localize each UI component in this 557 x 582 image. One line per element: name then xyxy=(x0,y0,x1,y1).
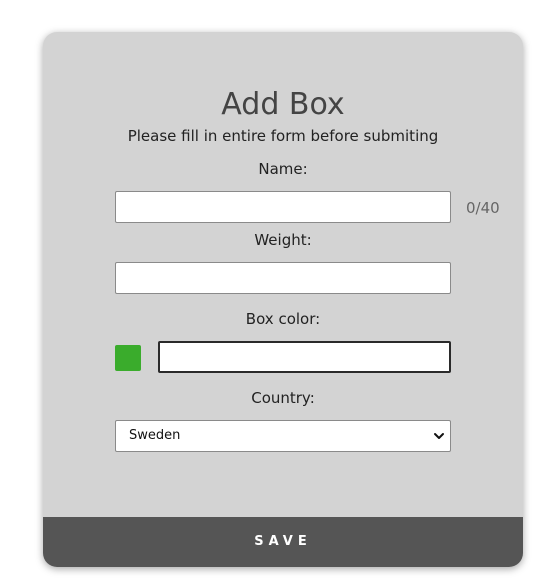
country-selected-value: Sweden xyxy=(129,428,181,443)
form-subtitle: Please fill in entire form before submit… xyxy=(127,127,439,145)
country-select[interactable]: Sweden xyxy=(115,420,451,452)
save-button[interactable]: SAVE xyxy=(43,517,523,567)
country-label: Country: xyxy=(251,389,315,407)
name-label: Name: xyxy=(258,160,308,178)
box-color-input[interactable] xyxy=(158,341,451,373)
chevron-down-icon xyxy=(434,433,444,439)
add-box-form-card: Add Box Please fill in entire form befor… xyxy=(43,32,523,567)
name-input[interactable] xyxy=(115,191,451,223)
box-color-swatch[interactable] xyxy=(115,345,141,371)
weight-input[interactable] xyxy=(115,262,451,294)
name-character-counter: 0/40 xyxy=(466,199,500,217)
form-title: Add Box xyxy=(221,87,345,122)
box-color-label: Box color: xyxy=(245,310,321,328)
weight-label: Weight: xyxy=(254,231,312,249)
